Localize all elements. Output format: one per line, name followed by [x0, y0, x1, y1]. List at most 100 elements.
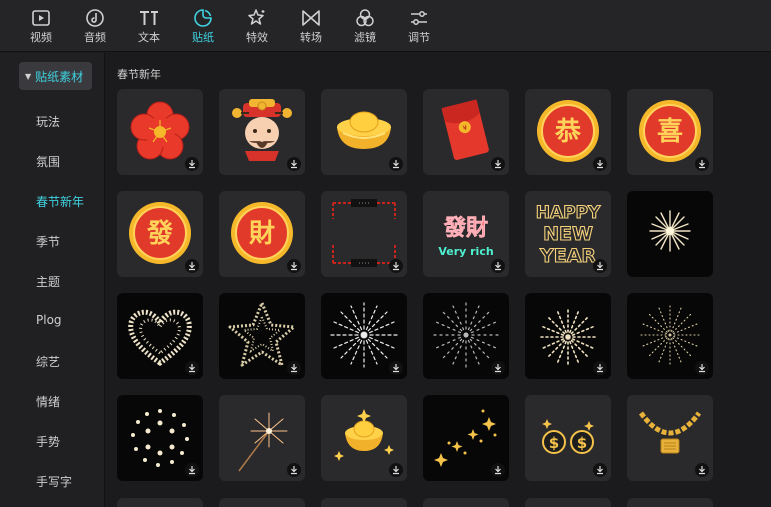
sticker-content-panel: 春节新年 ¥ 恭 喜 發 財 發財 Very rich HAPPY NEW YE…: [106, 53, 771, 507]
download-icon[interactable]: [185, 157, 199, 171]
download-icon[interactable]: [491, 463, 505, 477]
happy-text: HAPPY: [536, 203, 601, 223]
sticker-icon: [194, 9, 212, 27]
fa-character: 發: [146, 219, 174, 249]
tab-filter[interactable]: 滤镜: [338, 0, 392, 52]
sticker-tile-partial[interactable]: [321, 498, 407, 507]
tab-audio[interactable]: 音频: [68, 0, 122, 52]
sticker-firework-glow[interactable]: [117, 395, 203, 481]
download-icon[interactable]: [287, 259, 301, 273]
sticker-happy-new-year[interactable]: HAPPY NEW YEAR: [525, 191, 611, 277]
very-rich-text: Very rich: [438, 245, 493, 258]
download-icon[interactable]: [491, 361, 505, 375]
download-icon[interactable]: [287, 463, 301, 477]
download-icon[interactable]: [389, 463, 403, 477]
tab-video[interactable]: 视频: [14, 0, 68, 52]
new-text: NEW: [543, 223, 593, 245]
year-text: YEAR: [539, 245, 596, 267]
video-icon: [32, 10, 50, 26]
download-icon[interactable]: [389, 361, 403, 375]
section-title: 春节新年: [117, 68, 161, 81]
svg-text:$: $: [549, 434, 559, 452]
sidebar-item-gameplay[interactable]: 玩法: [36, 113, 60, 130]
download-icon[interactable]: [695, 157, 709, 171]
tab-transition[interactable]: 转场: [284, 0, 338, 52]
top-toolbar: 视频 音频 文本 贴纸 特效 转场 滤镜 调节: [0, 0, 771, 52]
sticker-facai-neon[interactable]: 發財 Very rich: [423, 191, 509, 277]
sticker-firework-gold-dust[interactable]: [627, 293, 713, 379]
tab-label: 特效: [246, 31, 268, 44]
sticker-tile-partial[interactable]: [423, 498, 509, 507]
sticker-library-label: 贴纸素材: [35, 69, 84, 84]
sticker-sparkle-star[interactable]: [219, 293, 305, 379]
download-icon[interactable]: [695, 463, 709, 477]
download-icon[interactable]: [389, 259, 403, 273]
sticker-tile-partial[interactable]: [219, 498, 305, 507]
sidebar-item-season[interactable]: 季节: [36, 233, 60, 250]
cai-character: 財: [249, 219, 275, 249]
sidebar-item-spring-festival[interactable]: 春节新年: [36, 193, 84, 210]
sidebar-item-atmosphere[interactable]: 氛围: [36, 153, 60, 170]
sticker-category-sidebar: ▼ 贴纸素材 玩法 氛围 春节新年 季节 主题 Plog 综艺 情绪 手势 手写…: [0, 53, 105, 507]
audio-icon: [86, 9, 104, 27]
sticker-cai-badge[interactable]: 財: [219, 191, 305, 277]
adjust-icon: [411, 11, 427, 25]
tab-label: 转场: [300, 31, 322, 44]
sticker-firework-burst[interactable]: [627, 191, 713, 277]
sticker-xi-badge[interactable]: 喜: [627, 89, 713, 175]
tab-label: 音频: [84, 31, 106, 44]
sidebar-item-emotion[interactable]: 情绪: [36, 393, 60, 410]
sticker-plum-blossom[interactable]: [117, 89, 203, 175]
sticker-tile-partial[interactable]: [627, 498, 713, 507]
sidebar-item-variety[interactable]: 综艺: [36, 353, 60, 370]
tab-adjust[interactable]: 调节: [392, 0, 446, 52]
filter-icon: [356, 9, 374, 27]
sticker-firework-white[interactable]: [321, 293, 407, 379]
download-icon[interactable]: [287, 361, 301, 375]
download-icon[interactable]: [593, 259, 607, 273]
caret-down-icon: ▼: [25, 71, 32, 81]
sticker-ingot-sparkles[interactable]: [321, 395, 407, 481]
tab-label: 调节: [408, 31, 430, 44]
download-icon[interactable]: [593, 361, 607, 375]
download-icon[interactable]: [695, 361, 709, 375]
sticker-god-of-wealth[interactable]: [219, 89, 305, 175]
sticker-library-header[interactable]: ▼ 贴纸素材: [19, 62, 92, 90]
download-icon[interactable]: [491, 157, 505, 171]
download-icon[interactable]: [185, 259, 199, 273]
sticker-red-frame[interactable]: [321, 191, 407, 277]
sticker-sparkler[interactable]: [219, 395, 305, 481]
sidebar-item-theme[interactable]: 主题: [36, 273, 60, 290]
sticker-fa-badge[interactable]: 發: [117, 191, 203, 277]
sidebar-item-gesture[interactable]: 手势: [36, 433, 60, 450]
sidebar-item-handwriting[interactable]: 手写字: [36, 473, 72, 490]
tab-text[interactable]: 文本: [122, 0, 176, 52]
facai-text: 發財: [443, 216, 488, 241]
sticker-red-envelope[interactable]: ¥: [423, 89, 509, 175]
tab-label: 视频: [30, 31, 52, 44]
sticker-grid: ¥ 恭 喜 發 財 發財 Very rich HAPPY NEW YEAR $ …: [117, 89, 713, 481]
tab-effects[interactable]: 特效: [230, 0, 284, 52]
svg-text:$: $: [577, 434, 587, 452]
download-icon[interactable]: [593, 157, 607, 171]
download-icon[interactable]: [185, 463, 199, 477]
sticker-gold-ingot[interactable]: [321, 89, 407, 175]
sticker-tile-partial[interactable]: [525, 498, 611, 507]
download-icon[interactable]: [593, 463, 607, 477]
download-icon[interactable]: [185, 361, 199, 375]
tab-label: 文本: [138, 31, 160, 44]
sticker-gong-badge[interactable]: 恭: [525, 89, 611, 175]
download-icon[interactable]: [491, 259, 505, 273]
sticker-tile-partial[interactable]: [117, 498, 203, 507]
download-icon[interactable]: [389, 157, 403, 171]
sticker-firework-grey[interactable]: [423, 293, 509, 379]
xi-character: 喜: [657, 117, 683, 147]
sticker-gold-stars[interactable]: [423, 395, 509, 481]
sticker-firework-cream[interactable]: [525, 293, 611, 379]
tab-sticker[interactable]: 贴纸: [176, 0, 230, 52]
sticker-dollar-eyes[interactable]: $ $: [525, 395, 611, 481]
sticker-sparkle-heart[interactable]: [117, 293, 203, 379]
download-icon[interactable]: [287, 157, 301, 171]
sticker-gold-chain[interactable]: [627, 395, 713, 481]
sidebar-item-plog[interactable]: Plog: [36, 313, 62, 327]
